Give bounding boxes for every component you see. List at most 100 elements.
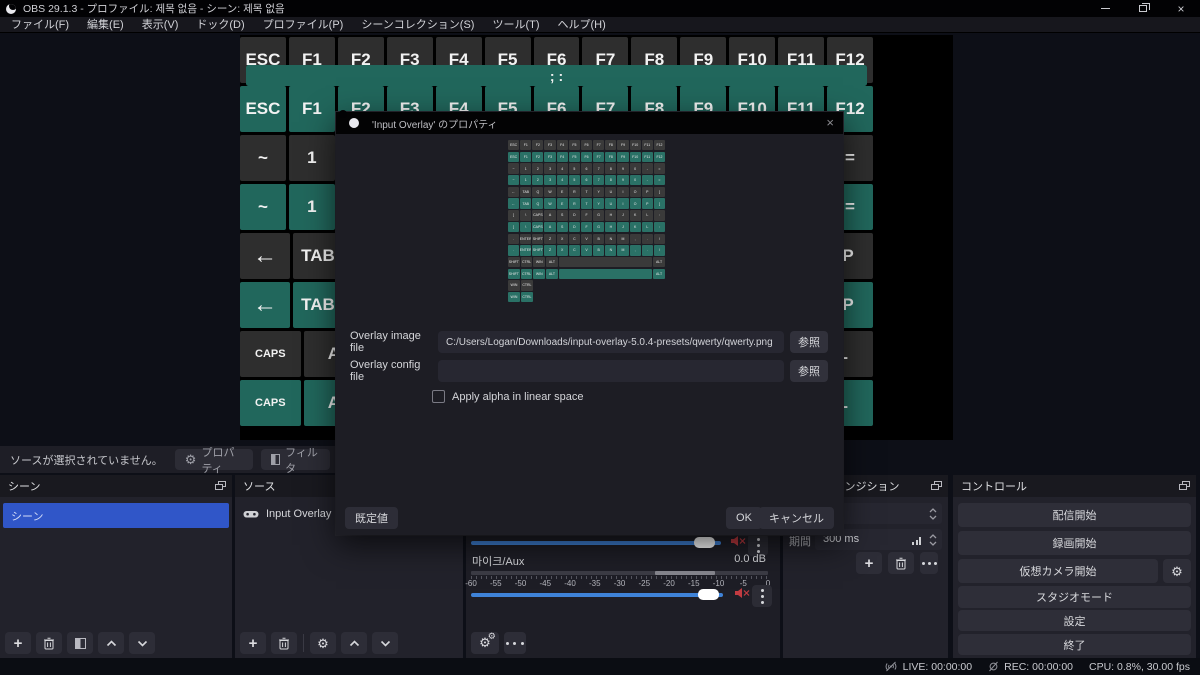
slider-handle[interactable] bbox=[694, 537, 715, 548]
control-button-3[interactable]: スタジオモード bbox=[958, 586, 1191, 608]
mini-key: N bbox=[605, 234, 616, 244]
volume-slider[interactable] bbox=[471, 593, 723, 597]
mini-key: E bbox=[557, 187, 568, 197]
popout-icon[interactable] bbox=[215, 481, 226, 490]
menu-item-0[interactable]: ファイル(F) bbox=[2, 17, 78, 33]
mini-key: X bbox=[557, 234, 568, 244]
key: 1 bbox=[289, 184, 335, 230]
advanced-audio-button[interactable]: ⚙⚙ bbox=[471, 632, 499, 654]
mini-key: F7 bbox=[593, 140, 604, 150]
volume-meter-level bbox=[655, 571, 714, 575]
ok-button[interactable]: OK bbox=[726, 507, 762, 529]
remove-source-button[interactable] bbox=[271, 632, 297, 654]
mute-icon[interactable] bbox=[730, 535, 746, 547]
scenes-toolbar: + bbox=[5, 632, 155, 654]
mini-key: O bbox=[630, 198, 641, 208]
properties-label: プロパティ bbox=[201, 444, 243, 476]
key: ~ bbox=[240, 135, 286, 181]
signal-bars-icon bbox=[912, 537, 922, 545]
virtual-camera-config-button[interactable]: ⚙ bbox=[1163, 559, 1191, 583]
control-button-0[interactable]: 配信開始 bbox=[958, 503, 1191, 527]
move-scene-down-button[interactable] bbox=[129, 632, 155, 654]
add-transition-button[interactable]: + bbox=[856, 552, 882, 574]
mini-key: ALT bbox=[546, 257, 558, 267]
menu-item-5[interactable]: シーンコレクション(S) bbox=[352, 17, 483, 33]
mini-keyboard-row: WINCTRL bbox=[508, 280, 665, 290]
mini-key: Q bbox=[532, 187, 543, 197]
mini-key: TAB bbox=[520, 198, 531, 208]
combo-arrows-icon bbox=[928, 506, 937, 522]
mini-key: 2 bbox=[532, 175, 543, 185]
close-button[interactable]: × bbox=[1162, 0, 1200, 17]
scale-label: -20 bbox=[663, 579, 675, 588]
menu-item-7[interactable]: ヘルプ(H) bbox=[549, 17, 615, 33]
mini-key: 4 bbox=[557, 163, 568, 173]
gear-icon: ⚙ bbox=[1171, 565, 1183, 578]
move-scene-up-button[interactable] bbox=[98, 632, 124, 654]
mini-key: D bbox=[569, 210, 580, 220]
overlay-image-input[interactable]: C:/Users/Logan/Downloads/input-overlay-5… bbox=[438, 331, 784, 353]
cancel-button[interactable]: キャンセル bbox=[759, 507, 834, 529]
mixer-channel-db: 0.0 dB bbox=[734, 553, 766, 565]
overlay-config-input[interactable] bbox=[438, 360, 784, 382]
mini-key: SHIFT bbox=[532, 234, 543, 244]
key: CAPS bbox=[240, 380, 301, 426]
trash-icon bbox=[895, 557, 907, 570]
browse-image-button[interactable]: 参照 bbox=[790, 331, 828, 353]
mini-key: Y bbox=[593, 198, 604, 208]
mute-icon[interactable] bbox=[734, 587, 750, 599]
double-gear-icon: ⚙⚙ bbox=[479, 636, 491, 650]
control-button-1[interactable]: 録画開始 bbox=[958, 531, 1191, 555]
dialog-title-bar[interactable]: 'Input Overlay' のプロパティ × bbox=[336, 112, 843, 134]
mini-key: 1 bbox=[520, 163, 531, 173]
scene-filters-button[interactable] bbox=[67, 632, 93, 654]
mini-key: D bbox=[569, 222, 580, 232]
properties-button[interactable]: ⚙ プロパティ bbox=[175, 449, 253, 470]
dialog-close-icon[interactable]: × bbox=[826, 115, 834, 130]
live-time: LIVE: 00:00:00 bbox=[903, 661, 972, 673]
scene-item-label: シーン bbox=[11, 508, 43, 524]
volume-slider[interactable] bbox=[471, 541, 721, 545]
spinner-arrows-icon[interactable] bbox=[928, 532, 937, 548]
menu-item-4[interactable]: プロファイル(P) bbox=[254, 17, 353, 33]
defaults-button[interactable]: 既定値 bbox=[345, 507, 398, 529]
menu-item-3[interactable]: ドック(D) bbox=[187, 17, 253, 33]
scene-list-item[interactable]: シーン bbox=[3, 503, 229, 528]
mixer-toolbar: ⚙⚙ bbox=[471, 632, 526, 654]
remove-transition-button[interactable] bbox=[888, 552, 914, 574]
mixer-options-button[interactable] bbox=[752, 585, 772, 607]
slider-handle[interactable] bbox=[698, 589, 719, 600]
rec-status: REC: 00:00:00 bbox=[988, 661, 1073, 673]
mini-key: Z bbox=[544, 234, 555, 244]
browse-config-button[interactable]: 参照 bbox=[790, 360, 828, 382]
plus-icon: + bbox=[249, 636, 258, 651]
restore-button[interactable] bbox=[1124, 0, 1162, 17]
move-source-up-button[interactable] bbox=[341, 632, 367, 654]
transition-options-button[interactable] bbox=[920, 552, 938, 574]
remove-scene-button[interactable] bbox=[36, 632, 62, 654]
mini-key: 2 bbox=[532, 163, 543, 173]
mini-key: S bbox=[557, 222, 568, 232]
source-properties-button[interactable]: ⚙ bbox=[310, 632, 336, 654]
popout-icon[interactable] bbox=[1179, 481, 1190, 490]
add-source-button[interactable]: + bbox=[240, 632, 266, 654]
control-button-2[interactable]: 仮想カメラ開始 bbox=[958, 559, 1158, 583]
menu-item-2[interactable]: 表示(V) bbox=[133, 17, 188, 33]
move-source-down-button[interactable] bbox=[372, 632, 398, 654]
minimize-button[interactable] bbox=[1086, 0, 1124, 17]
popout-icon[interactable] bbox=[931, 481, 942, 490]
add-scene-button[interactable]: + bbox=[5, 632, 31, 654]
mini-key: N bbox=[605, 245, 616, 255]
scale-label: -30 bbox=[614, 579, 626, 588]
mini-keyboard-row: ←TABQWERTYUIOP[ bbox=[508, 198, 665, 208]
mixer-menu-button[interactable] bbox=[504, 632, 526, 654]
mini-key: V bbox=[581, 234, 592, 244]
filters-button[interactable]: フィルタ bbox=[261, 449, 330, 470]
menu-item-1[interactable]: 編集(E) bbox=[78, 17, 133, 33]
window-controls: × bbox=[1086, 0, 1200, 17]
mini-key: F9 bbox=[617, 140, 628, 150]
menu-item-6[interactable]: ツール(T) bbox=[483, 17, 548, 33]
linear-alpha-checkbox[interactable] bbox=[432, 390, 445, 403]
control-button-5[interactable]: 終了 bbox=[958, 634, 1191, 655]
control-button-4[interactable]: 設定 bbox=[958, 610, 1191, 631]
